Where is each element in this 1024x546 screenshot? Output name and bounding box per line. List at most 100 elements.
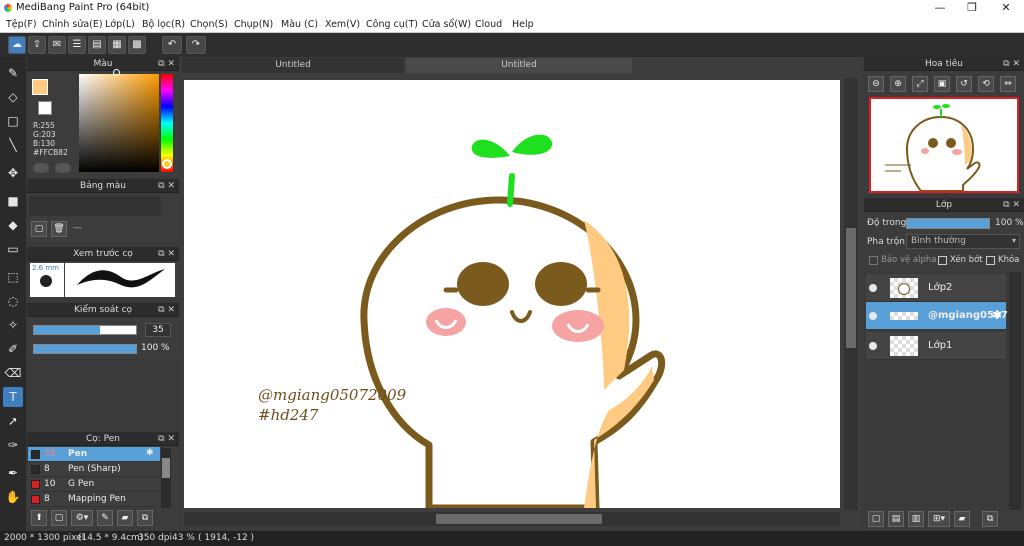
brush-item[interactable]: 35 Pen ✱ [28,447,160,462]
actual-size-icon[interactable]: ▣ [934,76,950,92]
lasso-icon[interactable]: ◌ [3,291,23,311]
undo-icon[interactable]: ↶ [162,36,182,54]
tab-untitled-2[interactable]: Untitled [406,58,632,73]
eye-icon[interactable] [869,312,877,320]
foreground-color-swatch[interactable] [32,79,48,95]
list-icon[interactable]: ▦ [108,36,126,54]
menu-window[interactable]: Cửa sổ(W) [422,19,471,30]
new-raster-icon[interactable]: ▤ [888,511,904,527]
new-layer-icon[interactable]: ▢ [868,511,884,527]
protect-alpha-checkbox[interactable] [869,256,878,265]
brush-item[interactable]: 10 G Pen [28,477,160,492]
blend-mode-select[interactable]: Bình thường ▾ [906,234,1020,249]
layer-duplicate-icon[interactable]: ⧉ [982,511,998,527]
eyedropper-icon[interactable]: ✒ [3,463,23,483]
move-tool-icon[interactable]: ✥ [3,163,23,183]
navigator-thumbnail[interactable] [869,97,1019,193]
hue-slider-handle[interactable] [162,159,172,169]
panel-close-icon[interactable]: ⧉ ✕ [158,57,175,71]
new-halftone-icon[interactable]: ▥ [908,511,924,527]
brush-add-icon[interactable]: ⬆ [31,510,47,526]
gradient-tool-icon[interactable]: ▭ [3,239,23,259]
minimize-button[interactable]: — [924,0,956,16]
zoom-in-icon[interactable]: ⊕ [890,76,906,92]
menu-snap[interactable]: Chụp(N) [234,19,273,30]
brush-tool-icon[interactable]: ✎ [3,63,23,83]
brush-opacity-slider[interactable] [33,344,137,354]
menu-view[interactable]: Xem(V) [325,19,360,30]
comment-icon[interactable]: ✉ [48,36,66,54]
cloud-icon[interactable]: ☁ [8,36,26,54]
panel-close-icon[interactable]: ⧉ ✕ [1003,198,1020,212]
brush-gear-icon[interactable]: ✱ [146,448,154,458]
delete-palette-icon[interactable]: 🗑 [51,221,67,237]
menu-color[interactable]: Màu (C) [281,19,318,30]
brush-settings-icon[interactable]: ⚙▾ [71,510,93,526]
tab-untitled-1[interactable]: Untitled [182,58,404,73]
maximize-button[interactable]: ❐ [956,0,988,16]
close-button[interactable]: ✕ [990,0,1022,16]
upload-icon[interactable]: ⇪ [28,36,46,54]
layer-gear-icon[interactable]: ✱ [992,308,1002,322]
canvas-vertical-scrollbar[interactable] [844,78,858,510]
brush-size-value[interactable]: 35 [145,323,171,337]
rotate-reset-icon[interactable]: ⟲ [978,76,994,92]
rotate-left-icon[interactable]: ↺ [956,76,972,92]
hue-slider[interactable] [161,74,173,172]
brush-folder-icon[interactable]: ▰ [117,510,133,526]
line-tool-icon[interactable]: ╲ [3,135,23,155]
magic-wand-icon[interactable]: ✧ [3,315,23,335]
color-mode-toggle[interactable] [33,163,49,173]
layer-opacity-slider[interactable] [906,218,990,229]
new-palette-icon[interactable]: ▢ [31,221,47,237]
blur-tool-icon[interactable]: ✑ [3,435,23,455]
color-cursor[interactable] [113,69,120,76]
background-color-swatch[interactable] [38,101,52,115]
menu-select[interactable]: Chọn(S) [190,19,228,30]
menu-edit[interactable]: Chỉnh sửa(E) [42,19,103,30]
saturation-value-square[interactable] [79,74,159,172]
brush-item[interactable]: 8 Pen (Sharp) [28,462,160,477]
brush-item[interactable]: 8 Mapping Pen [28,492,160,507]
panel-close-icon[interactable]: ⧉ ✕ [158,432,175,446]
menu-cloud[interactable]: Cloud [475,19,502,30]
hand-tool-icon[interactable]: ✋ [3,487,23,507]
panel-close-icon[interactable]: ⧉ ✕ [158,179,175,193]
drawing-canvas[interactable]: @mgiang05072009 #hd247 [184,80,840,508]
brush-list-scrollbar[interactable] [161,448,171,508]
layer-row[interactable]: Lớp1 [866,332,1006,360]
flip-icon[interactable]: ⇔ [1000,76,1016,92]
clipping-checkbox[interactable] [938,256,947,265]
grid-icon[interactable]: ▩ [128,36,146,54]
brush-size-slider[interactable] [33,325,137,335]
panel-close-icon[interactable]: ⧉ ✕ [158,303,175,317]
canvas-horizontal-scrollbar[interactable] [184,512,840,526]
panel-close-icon[interactable]: ⧉ ✕ [1003,57,1020,71]
lock-checkbox[interactable] [986,256,995,265]
layer-list-scrollbar[interactable] [1009,272,1021,510]
fit-icon[interactable]: ⤢ [912,76,928,92]
select-eraser-icon[interactable]: ⌫ [3,363,23,383]
operation-tool-icon[interactable]: ➚ [3,411,23,431]
panel-close-icon[interactable]: ⧉ ✕ [158,247,175,261]
menu-filter[interactable]: Bộ lọc(R) [142,19,185,30]
menu-tools[interactable]: Công cụ(T) [366,19,418,30]
menu-layer[interactable]: Lớp(L) [105,19,135,30]
palette-list[interactable] [29,196,161,216]
bucket-tool-icon[interactable]: ◆ [3,215,23,235]
document-icon[interactable]: ▤ [88,36,106,54]
layer-row[interactable]: Lớp2 [866,274,1006,302]
menu-file[interactable]: Tệp(F) [6,19,37,30]
eye-icon[interactable] [869,284,877,292]
redo-icon[interactable]: ↷ [186,36,206,54]
zoom-out-icon[interactable]: ⊖ [868,76,884,92]
brush-edit-icon[interactable]: ✎ [97,510,113,526]
text-tool-icon[interactable]: T [3,387,23,407]
layer-settings-icon[interactable]: ⊞▾ [928,511,950,527]
eraser-tool-icon[interactable]: ◇ [3,87,23,107]
select-pen-icon[interactable]: ✐ [3,339,23,359]
color-picker-toggle[interactable] [55,163,71,173]
layer-row[interactable]: @mgiang0507 ✱ [866,302,1008,330]
brush-new-icon[interactable]: ▢ [51,510,67,526]
eye-icon[interactable] [869,342,877,350]
